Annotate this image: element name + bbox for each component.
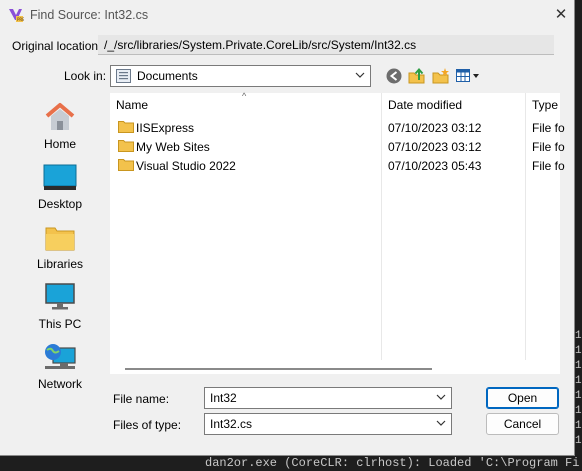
- title-bar[interactable]: PRE Find Source: Int32.cs ✕: [0, 0, 575, 30]
- chevron-down-icon[interactable]: [436, 391, 446, 403]
- close-button[interactable]: ✕: [550, 4, 572, 26]
- desktop-icon: [43, 164, 77, 190]
- file-list[interactable]: ^ Name Date modified Type IISExpress 07/…: [110, 91, 565, 360]
- home-icon: [45, 103, 75, 130]
- original-location-label: Original location:: [12, 39, 102, 53]
- type-cell: File fo: [532, 140, 565, 154]
- background-console-text: dan2or.exe (CoreCLR: clrhost): Loaded 'C…: [205, 456, 580, 470]
- view-menu-button[interactable]: [455, 66, 481, 86]
- file-name-cell: Visual Studio 2022: [136, 159, 236, 173]
- look-in-label: Look in:: [64, 69, 107, 83]
- files-of-type-dropdown[interactable]: Int32.cs: [204, 413, 452, 435]
- margin-mark: 1: [575, 405, 582, 417]
- list-item[interactable]: IISExpress 07/10/2023 03:12 File fo: [110, 118, 565, 137]
- file-name-cell: IISExpress: [136, 121, 195, 135]
- libraries-icon: [45, 227, 75, 251]
- column-header-type[interactable]: Type: [532, 93, 558, 117]
- margin-mark: 1: [575, 330, 582, 342]
- date-modified-cell: 07/10/2023 05:43: [388, 159, 482, 173]
- files-of-type-value: Int32.cs: [210, 417, 253, 431]
- look-in-dropdown[interactable]: Documents: [110, 65, 371, 87]
- background-margin: 1 1 1 1 1 1 1 1: [575, 330, 582, 450]
- view-menu-icon: [456, 69, 479, 82]
- find-source-dialog: PRE Find Source: Int32.cs ✕ Original loc…: [0, 0, 575, 456]
- folder-icon: [118, 159, 134, 171]
- network-icon: [45, 344, 76, 369]
- date-modified-cell: 07/10/2023 03:12: [388, 140, 482, 154]
- folder-icon: [118, 140, 134, 152]
- place-network[interactable]: Network: [13, 338, 105, 396]
- this-pc-icon: [45, 283, 75, 310]
- window-title: Find Source: Int32.cs: [30, 8, 149, 22]
- list-item[interactable]: My Web Sites 07/10/2023 03:12 File fo: [110, 137, 565, 156]
- margin-mark: 1: [575, 375, 582, 387]
- original-location-value: /_/src/libraries/System.Private.CoreLib/…: [98, 35, 554, 55]
- margin-mark: 1: [575, 390, 582, 402]
- sort-ascending-icon: ^: [242, 91, 247, 101]
- files-of-type-label: Files of type:: [113, 418, 182, 432]
- horizontal-scrollbar[interactable]: [110, 360, 560, 374]
- place-label: Home: [43, 137, 76, 151]
- back-icon: [386, 68, 402, 84]
- margin-mark: 1: [575, 420, 582, 432]
- margin-mark: 1: [575, 360, 582, 372]
- cancel-button[interactable]: Cancel: [486, 413, 559, 435]
- column-header-name[interactable]: Name: [116, 93, 148, 117]
- type-cell: File fo: [532, 121, 565, 135]
- back-button[interactable]: [384, 66, 406, 86]
- place-libraries[interactable]: Libraries: [13, 218, 105, 276]
- place-desktop[interactable]: Desktop: [13, 158, 105, 216]
- up-folder-button[interactable]: [406, 66, 428, 86]
- date-modified-cell: 07/10/2023 03:12: [388, 121, 482, 135]
- file-name-value: Int32: [210, 391, 237, 405]
- place-label: This PC: [38, 317, 82, 331]
- new-folder-button[interactable]: [430, 66, 452, 86]
- file-name-input[interactable]: Int32: [204, 387, 452, 409]
- file-name-label: File name:: [113, 392, 170, 406]
- look-in-value: Documents: [137, 69, 198, 83]
- margin-mark: 1: [575, 435, 582, 447]
- visual-studio-icon: PRE: [9, 9, 24, 22]
- up-folder-icon: [408, 67, 425, 84]
- column-header-date[interactable]: Date modified: [388, 93, 462, 117]
- close-icon: ✕: [554, 6, 568, 23]
- open-button[interactable]: Open: [486, 387, 559, 409]
- margin-mark: 1: [575, 345, 582, 357]
- place-label: Desktop: [37, 197, 83, 211]
- scrollbar-thumb[interactable]: [125, 368, 432, 370]
- new-folder-icon: [432, 68, 449, 84]
- chevron-down-icon: [436, 420, 446, 426]
- place-this-pc[interactable]: This PC: [13, 278, 105, 336]
- folder-icon: [118, 121, 134, 133]
- place-label: Libraries: [36, 257, 84, 271]
- place-home[interactable]: Home: [13, 98, 105, 156]
- list-item[interactable]: Visual Studio 2022 07/10/2023 05:43 File…: [110, 156, 565, 175]
- documents-icon: [116, 69, 131, 83]
- places-bar: Home Desktop Libraries This PC Network: [13, 94, 105, 391]
- chevron-down-icon: [355, 72, 365, 78]
- place-label: Network: [37, 377, 82, 391]
- file-name-cell: My Web Sites: [136, 140, 210, 154]
- svg-text:PRE: PRE: [17, 17, 24, 22]
- type-cell: File fo: [532, 159, 565, 173]
